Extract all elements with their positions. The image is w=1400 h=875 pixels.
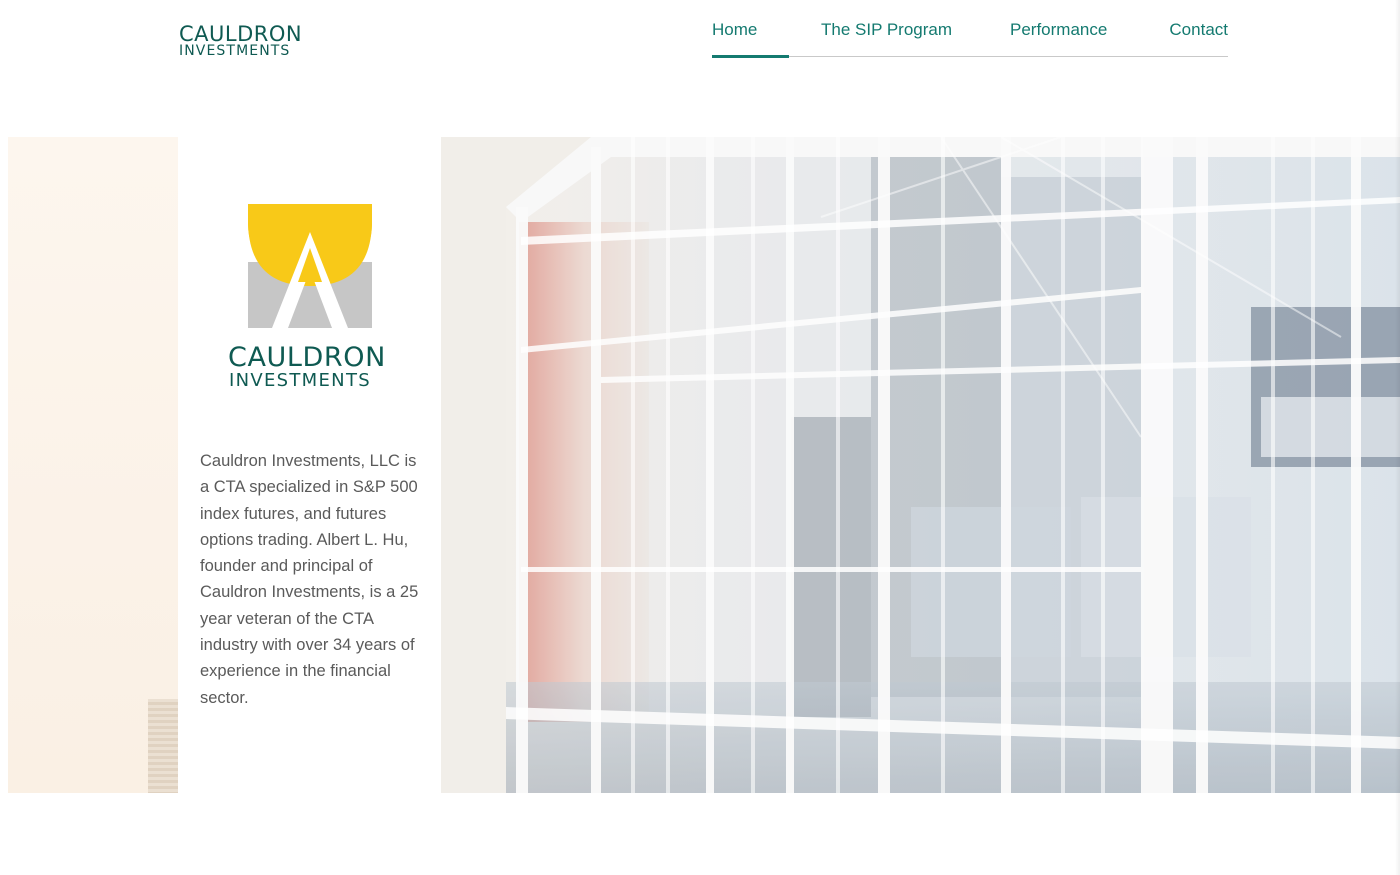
- right-edge-shadow: [1395, 0, 1400, 875]
- cauldron-logo-mark-icon: [248, 204, 372, 328]
- main-nav: Home The SIP Program Performance Contact: [712, 18, 1228, 58]
- page: CAULDRON INVESTMENTS Home The SIP Progra…: [0, 0, 1400, 875]
- distant-tower-image: [148, 699, 178, 793]
- company-description: Cauldron Investments, LLC is a CTA speci…: [200, 452, 419, 707]
- hero-left-background: [8, 137, 178, 793]
- nav-sip-program[interactable]: The SIP Program: [821, 20, 952, 40]
- header-logo-line1: CAULDRON: [179, 22, 303, 46]
- nav-performance[interactable]: Performance: [1010, 20, 1107, 40]
- header-logo-link[interactable]: CAULDRON INVESTMENTS: [179, 22, 303, 59]
- panel-logo-line2: INVESTMENTS: [229, 370, 371, 391]
- glass-building-illustration: [441, 137, 1400, 793]
- nav-contact[interactable]: Contact: [1169, 20, 1228, 40]
- panel-logo-line1: CAULDRON: [228, 342, 386, 373]
- hero-building-image: [441, 137, 1400, 793]
- nav-home[interactable]: Home: [712, 20, 789, 58]
- header-logo-line2: INVESTMENTS: [179, 43, 291, 59]
- intro-panel: CAULDRON INVESTMENTS Cauldron Investment…: [178, 137, 441, 793]
